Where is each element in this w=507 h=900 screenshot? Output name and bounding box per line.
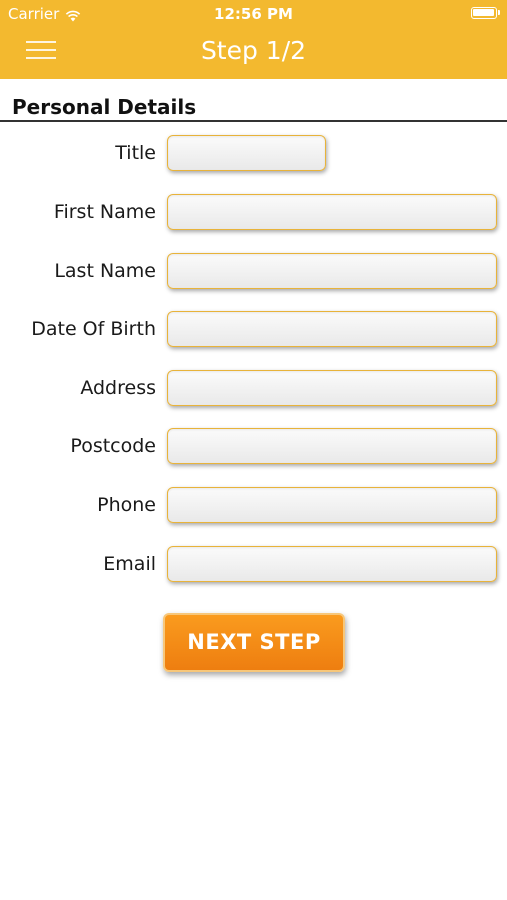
email-label: Email <box>103 553 156 575</box>
last-name-input[interactable] <box>167 253 497 289</box>
phone-input[interactable] <box>167 487 497 523</box>
app-header: Carrier 12:56 PM Step 1/2 <box>0 0 507 79</box>
address-label: Address <box>80 377 156 399</box>
postcode-input[interactable] <box>167 428 497 464</box>
email-input[interactable] <box>167 546 497 582</box>
phone-label: Phone <box>97 494 156 516</box>
first-name-label: First Name <box>53 201 156 223</box>
last-name-label: Last Name <box>54 260 156 282</box>
section-divider <box>0 120 507 122</box>
first-name-input[interactable] <box>167 194 497 230</box>
postcode-label: Postcode <box>70 435 156 457</box>
title-input[interactable] <box>167 135 326 171</box>
section-title: Personal Details <box>12 95 197 119</box>
status-bar: Carrier 12:56 PM <box>0 0 507 28</box>
title-label: Title <box>115 142 156 164</box>
date-of-birth-input[interactable] <box>167 311 497 347</box>
address-input[interactable] <box>167 370 497 406</box>
date-of-birth-label: Date Of Birth <box>31 318 156 340</box>
page-title: Step 1/2 <box>200 36 307 65</box>
status-time: 12:56 PM <box>214 5 293 23</box>
next-step-button[interactable]: NEXT STEP <box>163 613 345 672</box>
battery-icon <box>471 7 500 19</box>
